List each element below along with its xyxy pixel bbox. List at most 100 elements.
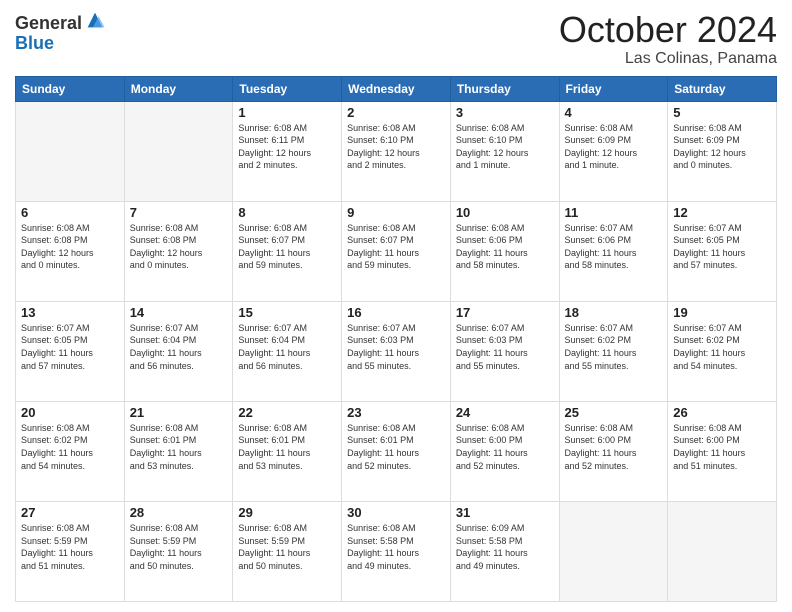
calendar-cell	[124, 101, 233, 201]
calendar-cell: 15 Sunrise: 6:07 AM Sunset: 6:04 PM Dayli…	[233, 301, 342, 401]
calendar-week-4: 20 Sunrise: 6:08 AM Sunset: 6:02 PM Dayli…	[16, 401, 777, 501]
day-info: Sunrise: 6:08 AM Sunset: 6:08 PM Dayligh…	[130, 222, 228, 272]
day-number: 12	[673, 205, 771, 220]
calendar-cell: 6 Sunrise: 6:08 AM Sunset: 6:08 PM Daylig…	[16, 201, 125, 301]
calendar-cell: 9 Sunrise: 6:08 AM Sunset: 6:07 PM Daylig…	[342, 201, 451, 301]
calendar-cell: 7 Sunrise: 6:08 AM Sunset: 6:08 PM Daylig…	[124, 201, 233, 301]
logo-icon	[84, 9, 106, 31]
day-number: 24	[456, 405, 554, 420]
weekday-header-monday: Monday	[124, 76, 233, 101]
day-number: 10	[456, 205, 554, 220]
calendar-cell: 24 Sunrise: 6:08 AM Sunset: 6:00 PM Dayli…	[450, 401, 559, 501]
calendar-cell: 23Sunrise: 6:08 AM Sunset: 6:01 PM Dayli…	[342, 401, 451, 501]
day-number: 29	[238, 505, 336, 520]
day-number: 16	[347, 305, 445, 320]
day-number: 18	[565, 305, 663, 320]
header: General Blue October 2024 Las Colinas, P…	[15, 10, 777, 68]
day-number: 19	[673, 305, 771, 320]
calendar-cell: 16 Sunrise: 6:07 AM Sunset: 6:03 PM Dayli…	[342, 301, 451, 401]
calendar-cell: 5 Sunrise: 6:08 AM Sunset: 6:09 PM Daylig…	[668, 101, 777, 201]
day-info: Sunrise: 6:07 AM Sunset: 6:02 PM Dayligh…	[565, 322, 663, 372]
logo-text: General	[15, 14, 82, 34]
title-block: October 2024 Las Colinas, Panama	[559, 10, 777, 68]
day-number: 3	[456, 105, 554, 120]
weekday-header-wednesday: Wednesday	[342, 76, 451, 101]
day-number: 7	[130, 205, 228, 220]
calendar-week-3: 13 Sunrise: 6:07 AM Sunset: 6:05 PM Dayli…	[16, 301, 777, 401]
day-info: Sunrise: 6:08 AM Sunset: 5:58 PM Dayligh…	[347, 522, 445, 572]
day-info: Sunrise: 6:08 AM Sunset: 6:10 PM Dayligh…	[456, 122, 554, 172]
calendar-cell: 8Sunrise: 6:08 AM Sunset: 6:07 PM Daylig…	[233, 201, 342, 301]
day-info: Sunrise: 6:08 AM Sunset: 6:01 PM Dayligh…	[238, 422, 336, 472]
calendar-cell: 21 Sunrise: 6:08 AM Sunset: 6:01 PM Dayli…	[124, 401, 233, 501]
weekday-header-tuesday: Tuesday	[233, 76, 342, 101]
day-number: 28	[130, 505, 228, 520]
day-number: 31	[456, 505, 554, 520]
calendar-cell: 19Sunrise: 6:07 AM Sunset: 6:02 PM Dayli…	[668, 301, 777, 401]
day-info: Sunrise: 6:08 AM Sunset: 5:59 PM Dayligh…	[130, 522, 228, 572]
weekday-header-sunday: Sunday	[16, 76, 125, 101]
calendar-cell: 3 Sunrise: 6:08 AM Sunset: 6:10 PM Daylig…	[450, 101, 559, 201]
day-number: 25	[565, 405, 663, 420]
calendar-cell	[16, 101, 125, 201]
calendar-cell: 25Sunrise: 6:08 AM Sunset: 6:00 PM Dayli…	[559, 401, 668, 501]
calendar-cell: 30 Sunrise: 6:08 AM Sunset: 5:58 PM Dayli…	[342, 501, 451, 601]
day-number: 6	[21, 205, 119, 220]
day-info: Sunrise: 6:08 AM Sunset: 6:07 PM Dayligh…	[347, 222, 445, 272]
month-title: October 2024	[559, 10, 777, 50]
day-info: Sunrise: 6:07 AM Sunset: 6:05 PM Dayligh…	[21, 322, 119, 372]
day-info: Sunrise: 6:08 AM Sunset: 6:08 PM Dayligh…	[21, 222, 119, 272]
logo: General Blue	[15, 14, 106, 54]
day-number: 21	[130, 405, 228, 420]
day-number: 4	[565, 105, 663, 120]
calendar-cell: 12 Sunrise: 6:07 AM Sunset: 6:05 PM Dayli…	[668, 201, 777, 301]
calendar-cell: 2 Sunrise: 6:08 AM Sunset: 6:10 PM Daylig…	[342, 101, 451, 201]
calendar-cell: 27 Sunrise: 6:08 AM Sunset: 5:59 PM Dayli…	[16, 501, 125, 601]
day-info: Sunrise: 6:08 AM Sunset: 6:09 PM Dayligh…	[673, 122, 771, 172]
calendar-cell: 1Sunrise: 6:08 AM Sunset: 6:11 PM Daylig…	[233, 101, 342, 201]
calendar-cell: 26Sunrise: 6:08 AM Sunset: 6:00 PM Dayli…	[668, 401, 777, 501]
day-number: 27	[21, 505, 119, 520]
day-number: 20	[21, 405, 119, 420]
day-info: Sunrise: 6:07 AM Sunset: 6:03 PM Dayligh…	[456, 322, 554, 372]
day-number: 30	[347, 505, 445, 520]
day-info: Sunrise: 6:07 AM Sunset: 6:04 PM Dayligh…	[130, 322, 228, 372]
day-info: Sunrise: 6:09 AM Sunset: 5:58 PM Dayligh…	[456, 522, 554, 572]
day-number: 15	[238, 305, 336, 320]
day-number: 2	[347, 105, 445, 120]
day-number: 22	[238, 405, 336, 420]
day-number: 11	[565, 205, 663, 220]
calendar-cell: 22 Sunrise: 6:08 AM Sunset: 6:01 PM Dayli…	[233, 401, 342, 501]
calendar-cell: 28 Sunrise: 6:08 AM Sunset: 5:59 PM Dayli…	[124, 501, 233, 601]
weekday-header-friday: Friday	[559, 76, 668, 101]
day-info: Sunrise: 6:08 AM Sunset: 6:10 PM Dayligh…	[347, 122, 445, 172]
calendar-cell: 10 Sunrise: 6:08 AM Sunset: 6:06 PM Dayli…	[450, 201, 559, 301]
day-info: Sunrise: 6:08 AM Sunset: 6:01 PM Dayligh…	[130, 422, 228, 472]
calendar-cell: 11Sunrise: 6:07 AM Sunset: 6:06 PM Dayli…	[559, 201, 668, 301]
day-number: 13	[21, 305, 119, 320]
day-info: Sunrise: 6:08 AM Sunset: 6:06 PM Dayligh…	[456, 222, 554, 272]
logo-blue: Blue	[15, 34, 106, 54]
weekday-header-row: SundayMondayTuesdayWednesdayThursdayFrid…	[16, 76, 777, 101]
day-info: Sunrise: 6:07 AM Sunset: 6:03 PM Dayligh…	[347, 322, 445, 372]
day-info: Sunrise: 6:08 AM Sunset: 6:11 PM Dayligh…	[238, 122, 336, 172]
calendar-cell: 29Sunrise: 6:08 AM Sunset: 5:59 PM Dayli…	[233, 501, 342, 601]
day-info: Sunrise: 6:07 AM Sunset: 6:05 PM Dayligh…	[673, 222, 771, 272]
calendar-cell: 31 Sunrise: 6:09 AM Sunset: 5:58 PM Dayli…	[450, 501, 559, 601]
day-number: 17	[456, 305, 554, 320]
day-info: Sunrise: 6:08 AM Sunset: 6:02 PM Dayligh…	[21, 422, 119, 472]
day-info: Sunrise: 6:07 AM Sunset: 6:04 PM Dayligh…	[238, 322, 336, 372]
day-number: 9	[347, 205, 445, 220]
day-info: Sunrise: 6:08 AM Sunset: 6:01 PM Dayligh…	[347, 422, 445, 472]
calendar-week-2: 6 Sunrise: 6:08 AM Sunset: 6:08 PM Daylig…	[16, 201, 777, 301]
calendar-cell: 20 Sunrise: 6:08 AM Sunset: 6:02 PM Dayli…	[16, 401, 125, 501]
calendar-cell: 13 Sunrise: 6:07 AM Sunset: 6:05 PM Dayli…	[16, 301, 125, 401]
weekday-header-thursday: Thursday	[450, 76, 559, 101]
day-number: 5	[673, 105, 771, 120]
location: Las Colinas, Panama	[559, 50, 777, 68]
day-info: Sunrise: 6:08 AM Sunset: 6:07 PM Dayligh…	[238, 222, 336, 272]
day-info: Sunrise: 6:08 AM Sunset: 5:59 PM Dayligh…	[21, 522, 119, 572]
calendar-week-5: 27 Sunrise: 6:08 AM Sunset: 5:59 PM Dayli…	[16, 501, 777, 601]
day-info: Sunrise: 6:08 AM Sunset: 6:00 PM Dayligh…	[456, 422, 554, 472]
day-number: 14	[130, 305, 228, 320]
